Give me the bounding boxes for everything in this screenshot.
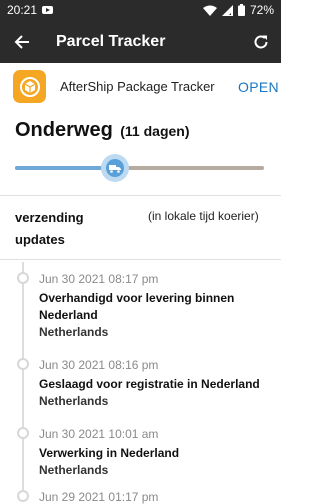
status-duration: (11 dagen) bbox=[120, 123, 190, 139]
event-date: Jun 30 2021 08:16 pm bbox=[39, 358, 159, 372]
event-details: Geslaagd voor registratie in Nederland N… bbox=[39, 376, 271, 410]
clock: 20:21 bbox=[7, 3, 38, 17]
status-text: Onderweg bbox=[15, 119, 113, 141]
tracking-timeline: Jun 30 2021 08:17 pm Overhandigd voor le… bbox=[0, 262, 281, 504]
shipment-status: Onderweg (11 dagen) bbox=[0, 110, 281, 194]
truck-icon bbox=[108, 164, 121, 173]
event-location: Netherlands bbox=[39, 463, 109, 477]
wifi-icon bbox=[202, 5, 217, 16]
progress-fill bbox=[15, 166, 115, 170]
arrow-left-icon bbox=[14, 34, 29, 49]
event-date: Jun 30 2021 10:01 am bbox=[39, 427, 159, 441]
status-right: 72% bbox=[202, 3, 274, 17]
status-left: 20:21 bbox=[7, 3, 54, 17]
event-details: Verwerking in Nederland Netherlands bbox=[39, 445, 271, 479]
back-button[interactable] bbox=[0, 20, 44, 63]
battery-level: 72% bbox=[249, 3, 274, 17]
divider bbox=[0, 195, 281, 196]
progress-track bbox=[15, 166, 264, 170]
updates-timezone-note: (in lokale tijd koerier) bbox=[148, 209, 259, 223]
timeline-dot bbox=[17, 427, 29, 439]
status-heading: Onderweg (11 dagen) bbox=[15, 119, 190, 142]
progress-indicator bbox=[100, 154, 129, 182]
aftership-logo bbox=[13, 70, 46, 103]
divider bbox=[0, 259, 281, 260]
updates-label: verzending updates bbox=[15, 210, 84, 247]
status-bar: 20:21 72% bbox=[0, 0, 281, 20]
event-description: Overhandigd voor levering binnen Nederla… bbox=[39, 291, 235, 322]
timeline-line bbox=[22, 262, 24, 500]
event-details: Overhandigd voor levering binnen Nederla… bbox=[39, 290, 271, 341]
refresh-icon bbox=[254, 35, 268, 48]
package-icon bbox=[19, 76, 40, 97]
progress-indicator-core bbox=[105, 159, 124, 177]
app-bar: Parcel Tracker bbox=[0, 20, 281, 63]
ad-banner[interactable]: AfterShip Package Tracker OPEN bbox=[0, 63, 281, 110]
timeline-dot bbox=[17, 490, 29, 502]
event-location: Netherlands bbox=[39, 325, 109, 339]
ad-app-name: AfterShip Package Tracker bbox=[60, 79, 215, 94]
page-title: Parcel Tracker bbox=[56, 32, 166, 50]
event-date: Jun 29 2021 01:17 pm bbox=[39, 490, 159, 504]
timeline-dot bbox=[17, 358, 29, 370]
refresh-button[interactable] bbox=[241, 20, 281, 63]
event-date: Jun 30 2021 08:17 pm bbox=[39, 272, 159, 286]
ad-open-button[interactable]: OPEN bbox=[238, 79, 279, 95]
signal-icon bbox=[221, 4, 233, 16]
timeline-dot bbox=[17, 272, 29, 284]
event-description: Geslaagd voor registratie in Nederland bbox=[39, 377, 260, 391]
battery-icon bbox=[237, 4, 245, 16]
event-description: Verwerking in Nederland bbox=[39, 446, 180, 460]
event-location: Netherlands bbox=[39, 394, 109, 408]
youtube-notification-icon bbox=[42, 6, 54, 14]
updates-header: verzending updates (in lokale tijd koeri… bbox=[0, 197, 281, 257]
